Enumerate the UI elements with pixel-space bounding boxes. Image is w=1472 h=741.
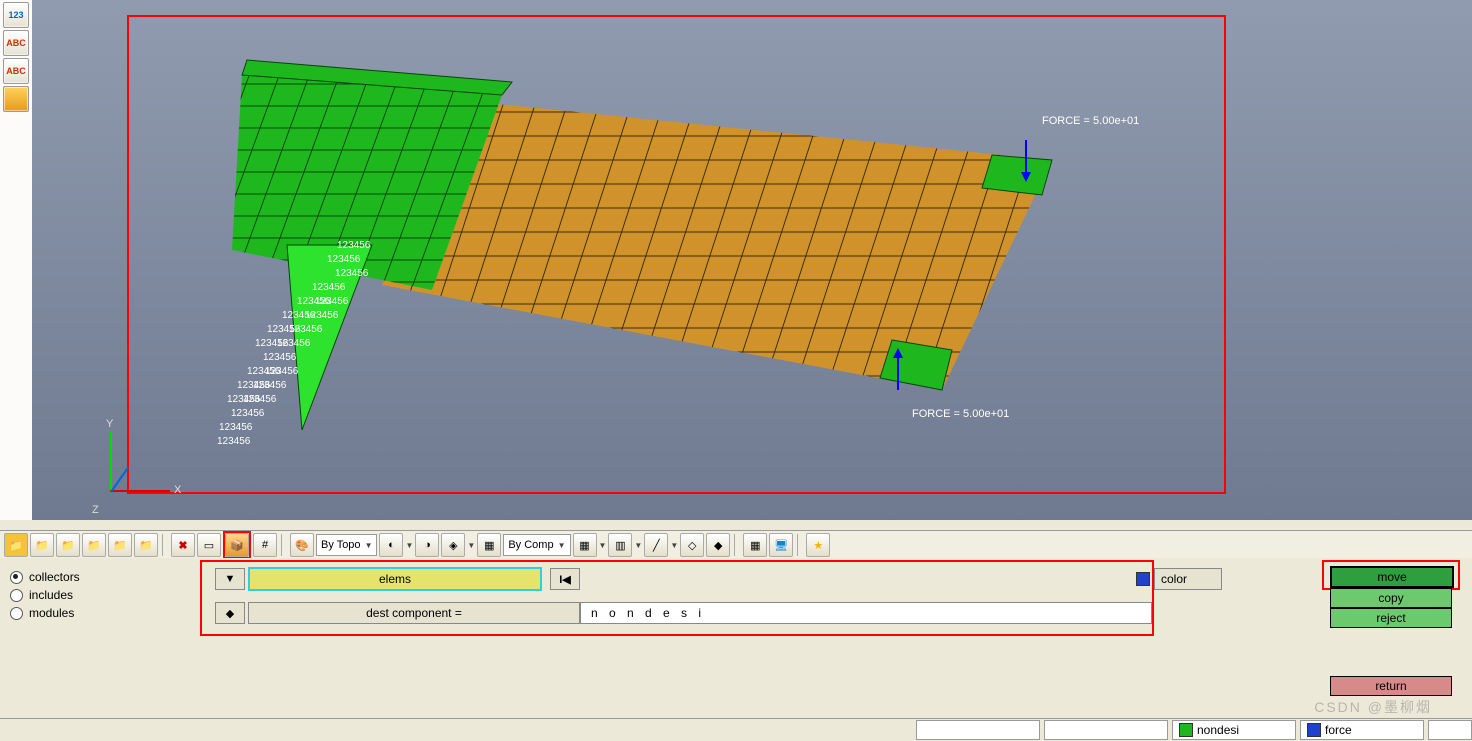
dest-sort-switch[interactable]: ◆	[215, 602, 245, 624]
constraint-label: 123456	[315, 296, 348, 307]
radio-modules[interactable]: modules	[10, 604, 170, 622]
by-topo-dropdown[interactable]: By Topo▼	[316, 534, 377, 556]
by-comp-dropdown[interactable]: By Comp▼	[503, 534, 570, 556]
folder-down-icon[interactable]: 📁	[108, 533, 132, 557]
monitor-icon[interactable]: 🖥	[769, 533, 793, 557]
reset-selection-button[interactable]: I◀	[550, 568, 580, 590]
constraint-label: 123456	[217, 436, 250, 447]
viewport-3d[interactable]: 123456 123456 123456 123456 123456 12345…	[32, 0, 1472, 520]
radio-collectors[interactable]: collectors	[10, 568, 170, 586]
tool-labels-1[interactable]: ABC	[3, 30, 29, 56]
constraint-label: 123456	[253, 380, 286, 391]
constraint-label: 123456	[265, 366, 298, 377]
entity-type-switch[interactable]: ▼	[215, 568, 245, 590]
folder-up-icon[interactable]: 📁	[82, 533, 106, 557]
tool-labels-2[interactable]: ABC	[3, 58, 29, 84]
reject-button[interactable]: reject	[1330, 608, 1452, 628]
force-label-2: FORCE = 5.00e+01	[912, 408, 1009, 420]
panel-mode-radios: collectors includes modules	[10, 568, 170, 622]
surface-icon[interactable]: ◇	[680, 533, 704, 557]
shrink-icon[interactable]: ◐	[379, 533, 403, 557]
force-label-1: FORCE = 5.00e+01	[1042, 115, 1139, 127]
status-comp-force[interactable]: force	[1300, 720, 1424, 740]
mesh-model	[172, 40, 1072, 470]
constraint-label: 123456	[243, 394, 276, 405]
comp-color-icon[interactable]: ▦	[477, 533, 501, 557]
constraint-label: 123456	[305, 310, 338, 321]
color-palette-icon[interactable]: 🎨	[290, 533, 314, 557]
renumber-icon[interactable]: #	[253, 533, 277, 557]
return-button[interactable]: return	[1330, 676, 1452, 696]
constraint-label: 123456	[263, 352, 296, 363]
delete-icon[interactable]: ✖	[171, 533, 195, 557]
color-swatch[interactable]	[1136, 572, 1150, 586]
shaded-icon[interactable]: ◑	[415, 533, 439, 557]
cube-icon[interactable]: ◈	[441, 533, 465, 557]
folder-icon[interactable]: 📁	[30, 533, 54, 557]
card-icon[interactable]: ▭	[197, 533, 221, 557]
status-comp-nondesi[interactable]: nondesi	[1172, 720, 1296, 740]
elems-selector[interactable]: elems	[248, 567, 542, 591]
organize-panel: collectors includes modules ▼ elems I◀ c…	[0, 558, 1472, 698]
dest-component-label[interactable]: dest component =	[248, 602, 580, 624]
folder-plus-icon[interactable]: 📁	[56, 533, 80, 557]
left-toolbar: 123 ABC ABC	[0, 0, 33, 520]
constraint-label: 123456	[219, 422, 252, 433]
highlight-organize-button: 📦	[223, 531, 251, 559]
constraint-label: 123456	[231, 408, 264, 419]
radio-includes[interactable]: includes	[10, 586, 170, 604]
constraint-label: 123456	[277, 338, 310, 349]
status-cell-empty-3	[1428, 720, 1472, 740]
tool-window[interactable]	[3, 86, 29, 112]
coordinate-triad: Y X Z	[90, 392, 180, 512]
force-arrow-2	[897, 350, 899, 390]
copy-button[interactable]: copy	[1330, 588, 1452, 608]
solid-icon[interactable]: ◆	[706, 533, 730, 557]
favorite-icon[interactable]: ★	[806, 533, 830, 557]
status-bar: nondesi force	[0, 718, 1472, 741]
force-arrow-1	[1025, 140, 1027, 180]
constraint-label: 123456	[289, 324, 322, 335]
transparent-icon[interactable]: ▥	[608, 533, 632, 557]
view-toolbar: 📁 📁 📁 📁 📁 📁 ✖ ▭ 📦 # 🎨 By Topo▼ ◐ ▼ ◑ ◈ ▼…	[0, 530, 1472, 560]
status-cell-empty-2	[1044, 720, 1168, 740]
dest-component-value[interactable]: n o n d e s i	[580, 602, 1152, 624]
folder-move-icon[interactable]: 📁	[134, 533, 158, 557]
constraint-label: 123456	[327, 254, 360, 265]
constraint-label: 123456	[335, 268, 368, 279]
organize-icon[interactable]: 📦	[225, 533, 249, 557]
watermark: CSDN @墨柳烟	[1314, 697, 1432, 717]
grid-icon[interactable]: ▦	[743, 533, 767, 557]
move-button[interactable]: move	[1330, 566, 1454, 588]
line-icon[interactable]: ╱	[644, 533, 668, 557]
color-button[interactable]: color	[1154, 568, 1222, 590]
wireframe-icon[interactable]: ▦	[573, 533, 597, 557]
constraint-label: 123456	[312, 282, 345, 293]
tool-numbers[interactable]: 123	[3, 2, 29, 28]
folder-yellow-icon[interactable]: 📁	[4, 533, 28, 557]
status-cell-empty-1	[916, 720, 1040, 740]
constraint-label: 123456	[337, 240, 370, 251]
